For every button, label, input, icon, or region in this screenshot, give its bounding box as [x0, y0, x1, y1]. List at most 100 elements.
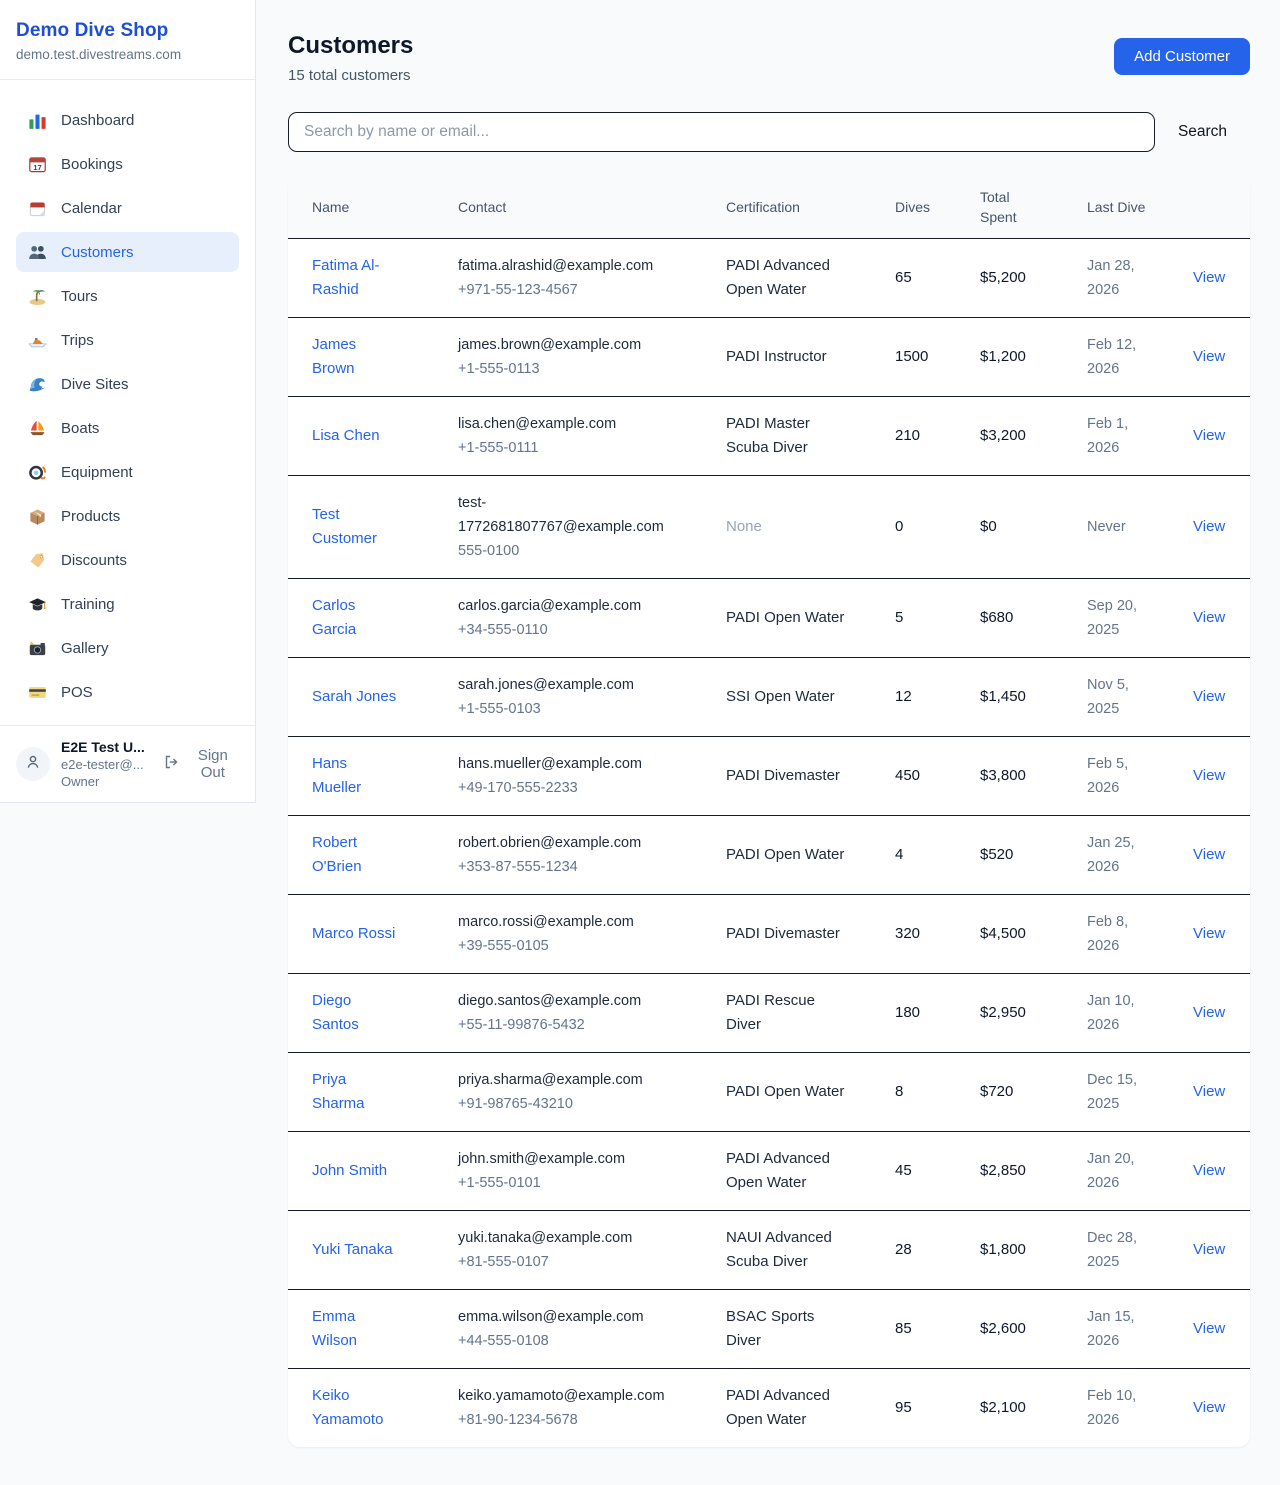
view-link[interactable]: View — [1193, 427, 1225, 444]
view-link[interactable]: View — [1193, 688, 1225, 705]
view-link[interactable]: View — [1193, 609, 1225, 626]
column-header: Total Spent — [956, 176, 1063, 238]
customer-name-cell: Test Customer — [288, 488, 434, 566]
customer-name-link[interactable]: Hans Mueller — [312, 755, 361, 796]
credit-card-icon — [28, 683, 47, 702]
column-header: Certification — [702, 186, 871, 228]
sign-out-button[interactable]: Sign Out — [163, 747, 239, 781]
customer-name-link[interactable]: Lisa Chen — [312, 427, 380, 444]
view-cell: View — [1169, 409, 1250, 463]
view-link[interactable]: View — [1193, 1241, 1225, 1258]
customer-name-cell: John Smith — [288, 1144, 434, 1198]
total-spent-cell: $3,200 — [956, 409, 1063, 463]
customer-phone: +1-555-0113 — [458, 357, 682, 381]
customer-name-link[interactable]: Carlos Garcia — [312, 597, 356, 638]
sidebar-item-products[interactable]: Products — [16, 496, 239, 536]
view-cell: View — [1169, 500, 1250, 554]
sidebar-item-discounts[interactable]: Discounts — [16, 540, 239, 580]
dives-cell: 4 — [871, 828, 956, 882]
sidebar-item-dashboard[interactable]: Dashboard — [16, 100, 239, 140]
certification-cell: PADI Open Water — [702, 828, 871, 882]
sidebar-item-equipment[interactable]: Equipment — [16, 452, 239, 492]
search-button[interactable]: Search — [1155, 123, 1250, 141]
add-customer-button[interactable]: Add Customer — [1114, 38, 1250, 75]
customer-name-link[interactable]: Fatima Al-Rashid — [312, 257, 380, 298]
table-row: Emma Wilsonemma.wilson@example.com+44-55… — [288, 1289, 1250, 1368]
customer-name-link[interactable]: Sarah Jones — [312, 688, 396, 705]
last-dive-cell: Jan 25, 2026 — [1063, 816, 1169, 894]
sidebar-item-tours[interactable]: Tours — [16, 276, 239, 316]
customer-name-link[interactable]: Test Customer — [312, 506, 377, 547]
view-link[interactable]: View — [1193, 269, 1225, 286]
total-spent-cell: $680 — [956, 591, 1063, 645]
sidebar-footer: E2E Test U... e2e-tester@... Owner Sign … — [0, 725, 255, 802]
customer-phone: +971-55-123-4567 — [458, 278, 682, 302]
customer-name-link[interactable]: Emma Wilson — [312, 1308, 357, 1349]
view-link[interactable]: View — [1193, 925, 1225, 942]
view-link[interactable]: View — [1193, 1320, 1225, 1337]
sidebar-item-dive-sites[interactable]: Dive Sites — [16, 364, 239, 404]
view-link[interactable]: View — [1193, 518, 1225, 535]
view-link[interactable]: View — [1193, 1004, 1225, 1021]
table-row: Hans Muellerhans.mueller@example.com+49-… — [288, 736, 1250, 815]
total-spent-cell: $520 — [956, 828, 1063, 882]
shop-domain: demo.test.divestreams.com — [16, 47, 239, 62]
customer-contact-cell: lisa.chen@example.com+1-555-0111 — [434, 397, 702, 475]
sidebar-item-trips[interactable]: Trips — [16, 320, 239, 360]
certification-cell: SSI Open Water — [702, 670, 871, 724]
view-link[interactable]: View — [1193, 1083, 1225, 1100]
customer-contact-cell: yuki.tanaka@example.com+81-555-0107 — [434, 1211, 702, 1289]
sidebar-item-boats[interactable]: Boats — [16, 408, 239, 448]
view-link[interactable]: View — [1193, 1399, 1225, 1416]
customer-name-cell: Marco Rossi — [288, 907, 434, 961]
customer-name-link[interactable]: Marco Rossi — [312, 925, 395, 942]
dashboard-icon — [28, 111, 47, 130]
total-spent-cell: $720 — [956, 1065, 1063, 1119]
customer-contact-cell: keiko.yamamoto@example.com+81-90-1234-56… — [434, 1369, 702, 1447]
customer-name-link[interactable]: Yuki Tanaka — [312, 1241, 393, 1258]
customer-name-cell: Carlos Garcia — [288, 579, 434, 657]
dives-cell: 0 — [871, 500, 956, 554]
sidebar-item-pos[interactable]: POS — [16, 672, 239, 712]
customer-phone: +39-555-0105 — [458, 934, 682, 958]
customer-name-cell: Keiko Yamamoto — [288, 1369, 434, 1447]
customer-phone: +353-87-555-1234 — [458, 855, 682, 879]
customer-phone: +81-555-0107 — [458, 1250, 682, 1274]
customer-name-link[interactable]: James Brown — [312, 336, 356, 377]
customer-name-cell: Diego Santos — [288, 974, 434, 1052]
total-spent-cell: $1,450 — [956, 670, 1063, 724]
sidebar-item-label: Dashboard — [61, 112, 134, 129]
view-cell: View — [1169, 749, 1250, 803]
view-link[interactable]: View — [1193, 846, 1225, 863]
customer-name-link[interactable]: Diego Santos — [312, 992, 359, 1033]
customer-name-cell: James Brown — [288, 318, 434, 396]
certification-cell: PADI Advanced Open Water — [702, 1132, 871, 1210]
certification-cell: PADI Open Water — [702, 1065, 871, 1119]
table-row: Diego Santosdiego.santos@example.com+55-… — [288, 973, 1250, 1052]
sidebar-item-bookings[interactable]: 17Bookings — [16, 144, 239, 184]
shop-name[interactable]: Demo Dive Shop — [16, 20, 239, 42]
certification-cell: PADI Open Water — [702, 591, 871, 645]
page-header: Customers 15 total customers Add Custome… — [288, 32, 1250, 84]
customer-name-cell: Yuki Tanaka — [288, 1223, 434, 1277]
sidebar-item-training[interactable]: Training — [16, 584, 239, 624]
customer-email: hans.mueller@example.com — [458, 752, 682, 776]
customer-name-link[interactable]: Robert O'Brien — [312, 834, 362, 875]
customer-email: fatima.alrashid@example.com — [458, 254, 682, 278]
view-link[interactable]: View — [1193, 767, 1225, 784]
graduation-cap-icon — [28, 595, 47, 614]
customer-name-link[interactable]: John Smith — [312, 1162, 387, 1179]
dives-cell: 5 — [871, 591, 956, 645]
sidebar-item-customers[interactable]: Customers — [16, 232, 239, 272]
table-row: Test Customertest-1772681807767@example.… — [288, 475, 1250, 578]
customer-name-link[interactable]: Keiko Yamamoto — [312, 1387, 383, 1428]
user-name: E2E Test U... — [61, 739, 152, 755]
sidebar-item-calendar[interactable]: Calendar — [16, 188, 239, 228]
certification-cell: PADI Master Scuba Diver — [702, 397, 871, 475]
customers-icon — [28, 243, 47, 262]
view-link[interactable]: View — [1193, 348, 1225, 365]
sidebar-item-gallery[interactable]: Gallery — [16, 628, 239, 668]
customer-name-link[interactable]: Priya Sharma — [312, 1071, 365, 1112]
search-input[interactable] — [288, 112, 1155, 152]
view-link[interactable]: View — [1193, 1162, 1225, 1179]
